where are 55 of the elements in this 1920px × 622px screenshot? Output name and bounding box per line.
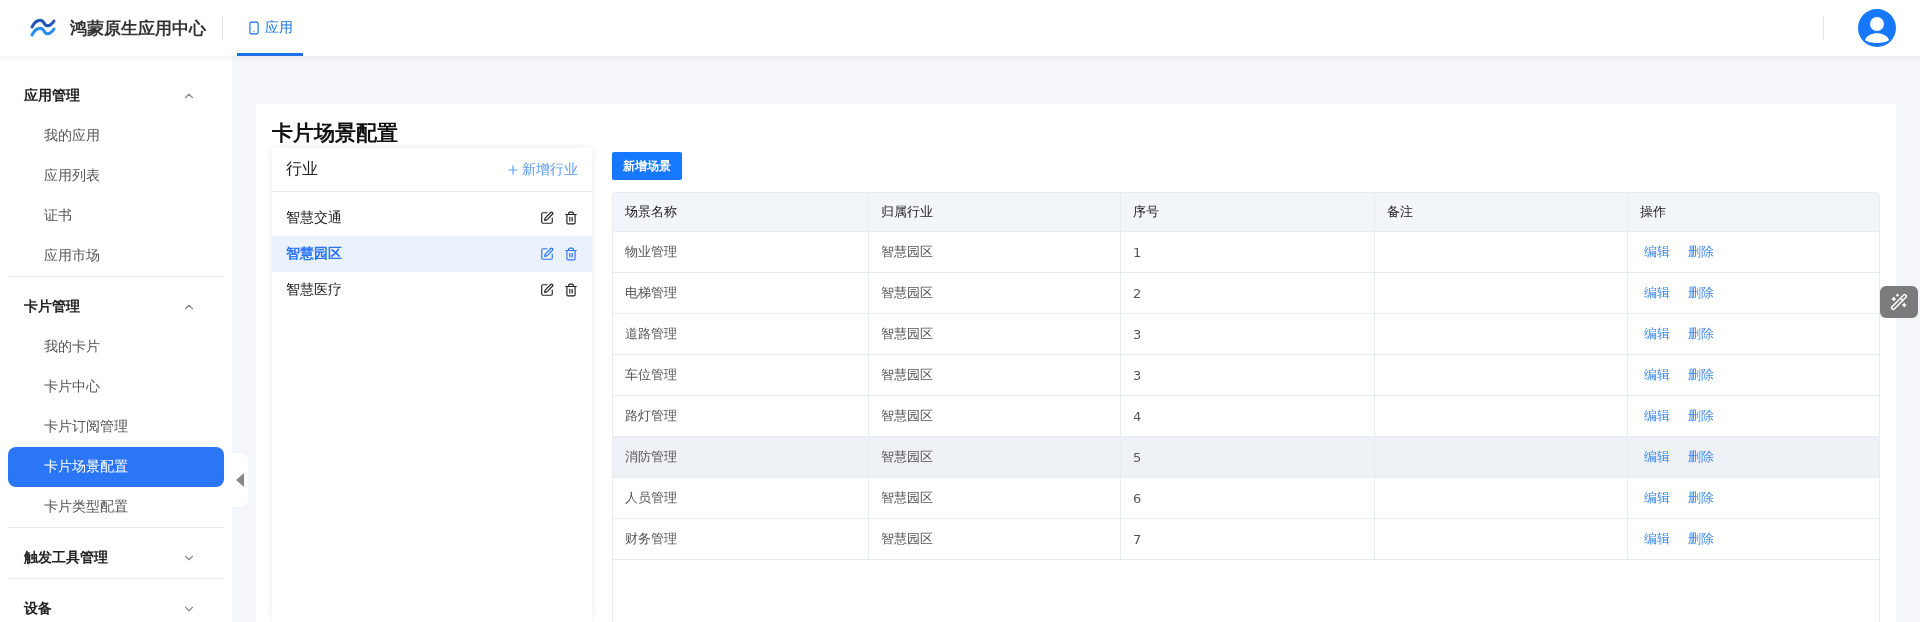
sidebar-group[interactable]: 应用管理 [8, 76, 224, 116]
action-link[interactable]: 删除 [1688, 325, 1714, 343]
sidebar-item[interactable]: 卡片类型配置 [8, 487, 224, 527]
sidebar-item[interactable]: 我的应用 [8, 116, 224, 156]
edit-icon[interactable] [540, 283, 554, 297]
action-link[interactable]: 编辑 [1644, 407, 1670, 425]
action-link[interactable]: 编辑 [1644, 448, 1670, 466]
action-link[interactable]: 删除 [1688, 530, 1714, 548]
sidebar-item[interactable]: 卡片订阅管理 [8, 407, 224, 447]
action-link[interactable]: 编辑 [1644, 243, 1670, 261]
action-link[interactable]: 删除 [1688, 284, 1714, 302]
add-industry-link[interactable]: 新增行业 [506, 160, 578, 179]
industry-item[interactable]: 智慧交通 [272, 200, 592, 236]
industry-label: 智慧交通 [286, 209, 342, 227]
sidebar-item[interactable]: 我的卡片 [8, 327, 224, 367]
magic-wand-button[interactable] [1880, 286, 1918, 318]
avatar-icon[interactable] [1858, 9, 1896, 47]
action-link[interactable]: 删除 [1688, 489, 1714, 507]
industry-label: 智慧医疗 [286, 281, 342, 299]
collapse-handle[interactable] [232, 453, 248, 507]
sidebar-item[interactable]: 卡片场景配置 [8, 447, 224, 487]
delete-icon[interactable] [564, 211, 578, 225]
plus-icon [506, 162, 520, 177]
edit-icon[interactable] [540, 211, 554, 225]
magic-wand-icon [1890, 293, 1908, 311]
action-link[interactable]: 删除 [1688, 448, 1714, 466]
action-link[interactable]: 编辑 [1644, 325, 1670, 343]
column-header: 备注 [1375, 193, 1628, 231]
sidebar-group[interactable]: 触发工具管理 [8, 538, 224, 578]
sidebar-item[interactable]: 卡片中心 [8, 367, 224, 407]
add-scene-button[interactable]: 新增场景 [612, 152, 682, 180]
action-link[interactable]: 编辑 [1644, 489, 1670, 507]
page-title: 卡片场景配置 [272, 120, 399, 146]
column-header: 序号 [1121, 193, 1375, 231]
sidebar-item[interactable]: 应用列表 [8, 156, 224, 196]
nav-tab[interactable]: 应用 [237, 0, 303, 56]
delete-icon[interactable] [564, 283, 578, 297]
sidebar-item[interactable]: 应用市场 [8, 236, 224, 276]
sidebar-group[interactable]: 设备 [8, 589, 224, 622]
app-name: 鸿蒙原生应用中心 [70, 16, 206, 40]
sidebar-item[interactable]: 证书 [8, 196, 224, 236]
action-link[interactable]: 编辑 [1644, 366, 1670, 384]
column-header: 场景名称 [613, 193, 869, 231]
action-link[interactable]: 编辑 [1644, 530, 1670, 548]
industry-label: 智慧园区 [286, 245, 342, 263]
column-header: 操作 [1639, 203, 1667, 221]
action-link[interactable]: 编辑 [1644, 284, 1670, 302]
phone-icon [247, 21, 261, 35]
sidebar-group[interactable]: 卡片管理 [8, 287, 224, 327]
column-header: 归属行业 [869, 193, 1121, 231]
action-link[interactable]: 删除 [1688, 407, 1714, 425]
industry-item[interactable]: 智慧医疗 [272, 272, 592, 308]
action-link[interactable]: 删除 [1688, 366, 1714, 384]
action-link[interactable]: 删除 [1688, 243, 1714, 261]
panel-title: 行业 [286, 159, 318, 180]
